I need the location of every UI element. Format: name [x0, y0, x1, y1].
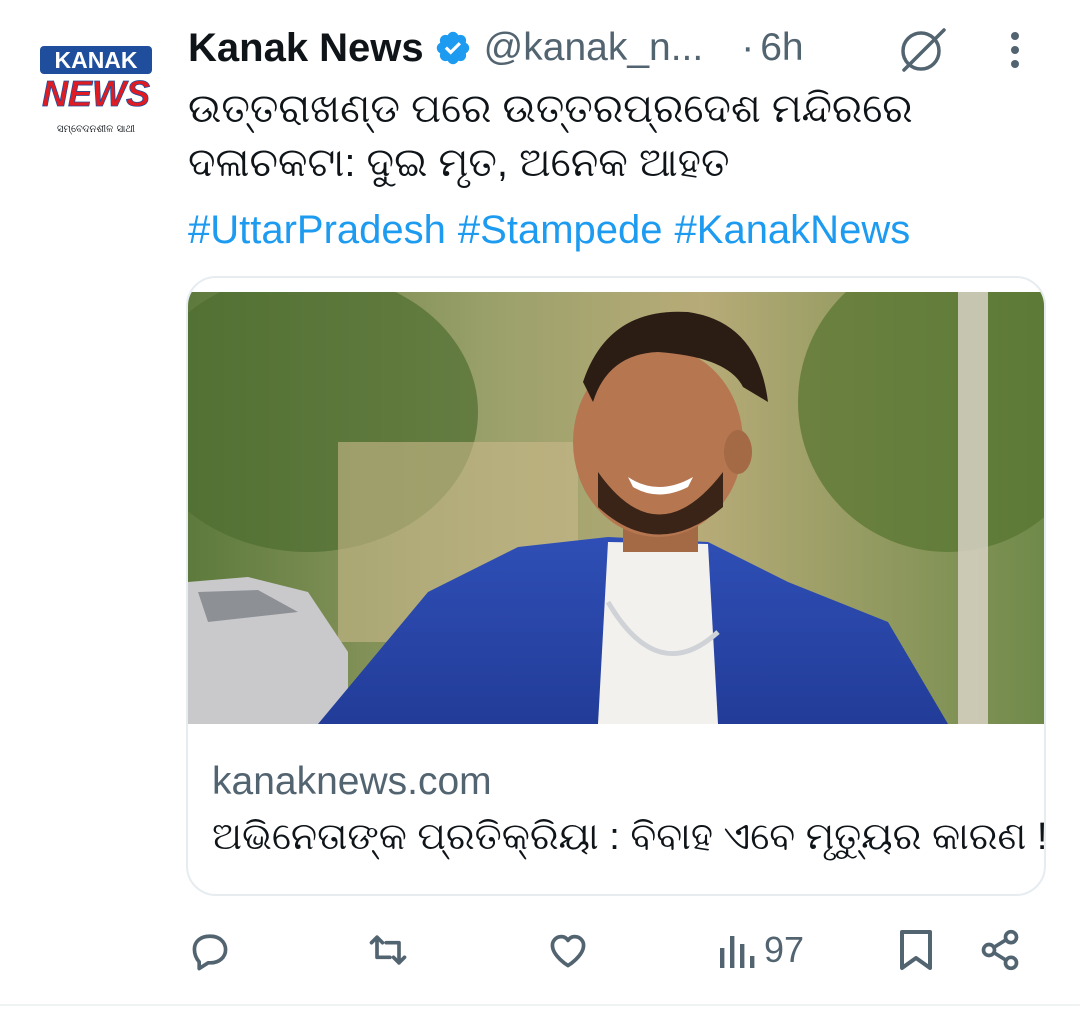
account-handle[interactable]: @kanak_n... [484, 26, 704, 70]
verified-badge-icon [436, 31, 469, 65]
tweet-actions: 97 [0, 920, 1080, 980]
reply-button[interactable] [188, 920, 232, 980]
views-button[interactable]: 97 [716, 920, 804, 980]
tweet-timestamp[interactable]: 6h [760, 26, 803, 70]
tweet-header: Kanak News @kanak_n... · 6h [188, 20, 1068, 76]
hashtag-list: #UttarPradesh #Stampede #KanakNews [188, 203, 1068, 257]
hashtag-link[interactable]: #UttarPradesh [188, 208, 446, 252]
tweet[interactable]: KANAK NEWS ସମ୍ବେଦନଶୀଳ ସାଥୀ Kanak News @k… [0, 0, 1080, 1017]
reply-icon [192, 934, 228, 971]
hashtag-link[interactable]: #KanakNews [675, 208, 911, 252]
card-title: ଅଭିନେତାଙ୍କ ପ୍ରତିକ୍ରିୟା : ବିବାହ ଏବେ ମୃତ୍ୟ… [212, 816, 1046, 858]
kanak-news-logo: KANAK NEWS ସମ୍ବେଦନଶୀଳ ସାଥୀ [20, 18, 170, 168]
grok-icon[interactable] [896, 22, 950, 76]
svg-text:KANAK: KANAK [54, 47, 137, 73]
tweet-text: ଉତ୍ତରାଖଣ୍ଡ ପରେ ଉତ୍ତରପ୍ରଦେଶ ମନ୍ଦିରରେ ଦଳାଚ… [188, 87, 913, 185]
card-photo [188, 292, 1044, 724]
retweet-button[interactable] [364, 920, 412, 980]
svg-text:ସମ୍ବେଦନଶୀଳ ସାଥୀ: ସମ୍ବେଦନଶୀଳ ସାଥୀ [57, 124, 135, 135]
card-image[interactable] [188, 292, 1044, 724]
like-button[interactable] [546, 920, 590, 980]
link-preview-card[interactable]: kanaknews.com ଅଭିନେତାଙ୍କ ପ୍ରତିକ୍ରିୟା : ବ… [186, 276, 1046, 896]
bookmark-icon [900, 930, 932, 970]
more-options-icon[interactable] [1002, 28, 1028, 72]
views-icon [720, 936, 755, 968]
avatar[interactable]: KANAK NEWS ସମ୍ବେଦନଶୀଳ ସାଥୀ [20, 18, 170, 168]
svg-text:NEWS: NEWS [42, 73, 150, 114]
retweet-icon [369, 935, 407, 965]
bottom-divider [0, 1004, 1080, 1006]
views-count: 97 [764, 929, 805, 970]
share-icon [981, 929, 1019, 971]
account-name[interactable]: Kanak News [188, 26, 424, 71]
card-domain: kanaknews.com [212, 760, 492, 803]
hashtag-link[interactable]: #Stampede [458, 208, 663, 252]
separator-dot: · [741, 26, 755, 69]
heart-icon [550, 934, 586, 968]
bookmark-button[interactable] [896, 920, 936, 980]
share-button[interactable] [978, 920, 1022, 980]
